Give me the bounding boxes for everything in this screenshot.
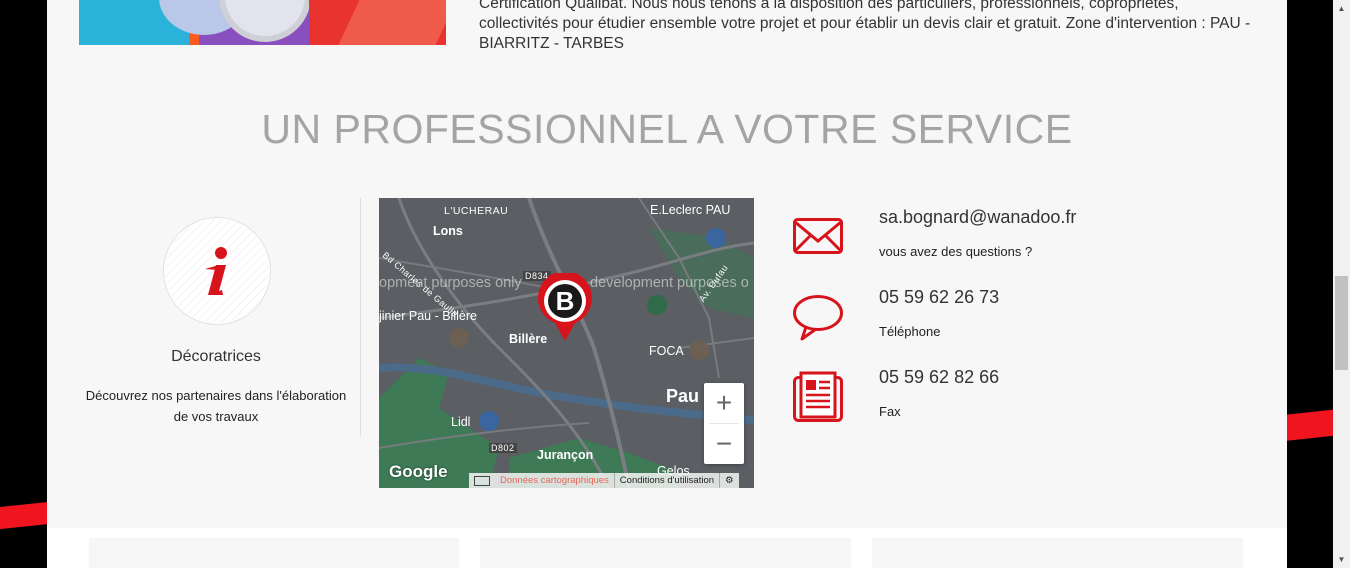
contact-phone[interactable]: 05 59 62 26 73 <box>879 287 999 308</box>
info-icon[interactable] <box>163 217 271 325</box>
map-data-link[interactable]: Données cartographiques <box>495 473 614 488</box>
intro-text: Certification Qualibat. Nous nous tenons… <box>479 0 1251 52</box>
marker-logo-letter: B <box>555 286 575 316</box>
keyboard-shortcuts-icon[interactable] <box>474 475 490 486</box>
scroll-down-arrow-icon[interactable]: ▼ <box>1333 551 1350 568</box>
column-divider <box>360 198 361 436</box>
fax-icon <box>793 371 843 422</box>
zoom-out-label: − <box>715 428 733 459</box>
google-map[interactable]: L'UCHERAU E.Leclerc PAU Lons Bd Charles … <box>379 198 754 488</box>
dev-watermark-2: development purposes o <box>590 275 749 291</box>
contact-email[interactable]: sa.bognard@wanadoo.fr <box>879 207 1076 228</box>
zoom-in-button[interactable]: + <box>704 383 744 423</box>
map-label-lidl: Lidl <box>451 415 471 429</box>
map-attribution: Données cartographiques Conditions d'uti… <box>469 473 739 488</box>
zoom-in-label: + <box>715 387 733 418</box>
map-label-lons: Lons <box>433 224 463 238</box>
speech-bubble-icon <box>793 295 843 341</box>
terms-link[interactable]: Conditions d'utilisation <box>613 473 719 488</box>
map-label-foca: FOCA <box>649 344 684 358</box>
map-label-jurancon: Jurançon <box>537 448 594 462</box>
decoratrices-title: Décoratrices <box>171 348 261 365</box>
map-label-leclerc: E.Leclerc PAU <box>650 203 731 217</box>
card-2[interactable] <box>480 538 851 568</box>
decorative-stripe-left <box>0 501 51 531</box>
map-marker[interactable]: B <box>537 270 593 343</box>
envelope-icon <box>793 218 843 254</box>
map-label-d802: D802 <box>489 443 517 453</box>
contact-fax-caption: Fax <box>879 404 901 419</box>
map-label-pau-billere: jinier Pau - Billère <box>379 309 477 323</box>
contact-email-caption: vous avez des questions ? <box>879 244 1033 259</box>
vertical-scrollbar[interactable]: ▲ ▼ <box>1333 0 1350 568</box>
section-title: UN PROFESSIONNEL A VOTRE SERVICE <box>261 106 1073 152</box>
report-error-icon[interactable]: ⚙ <box>719 473 739 488</box>
card-1[interactable] <box>89 538 459 568</box>
dev-watermark-1: opment purposes only <box>379 275 522 291</box>
scroll-up-arrow-icon[interactable]: ▲ <box>1333 0 1350 17</box>
page-content: Certification Qualibat. Nous nous tenons… <box>47 0 1287 568</box>
contact-phone-caption: Téléphone <box>879 324 941 339</box>
google-logo[interactable]: Google <box>389 462 448 482</box>
contact-fax: 05 59 62 82 66 <box>879 367 1000 387</box>
map-label-lucherau: L'UCHERAU <box>444 205 509 217</box>
zoom-out-button[interactable]: − <box>704 424 744 464</box>
zoom-controls: + − <box>704 383 744 464</box>
map-label-pau: Pau <box>666 386 700 406</box>
scrollbar-thumb[interactable] <box>1335 276 1348 370</box>
decoratrices-description: Découvrez nos partenaires dans l'élabora… <box>85 388 347 424</box>
paint-cans-image <box>79 0 446 45</box>
card-3[interactable] <box>872 538 1243 568</box>
